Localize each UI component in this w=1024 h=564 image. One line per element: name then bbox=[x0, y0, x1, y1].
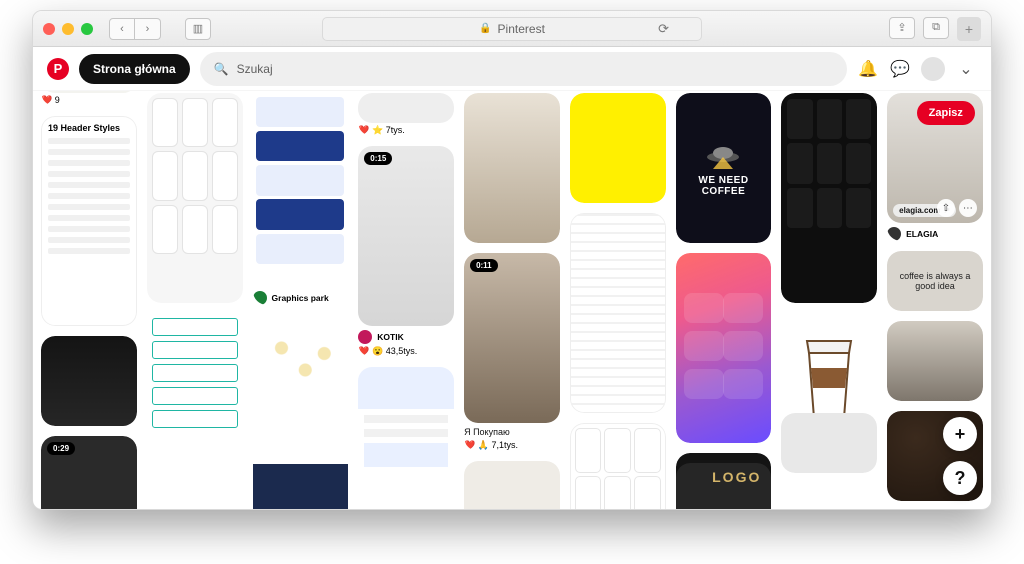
heart-icon: ❤️ bbox=[464, 440, 475, 450]
pin-white-grid[interactable] bbox=[570, 423, 666, 509]
pin-author[interactable]: ELAGIA bbox=[887, 223, 983, 241]
pin-teal-wireframe[interactable] bbox=[147, 313, 243, 488]
pin-blue-hero[interactable] bbox=[253, 435, 349, 509]
nav-buttons: ‹ › bbox=[109, 18, 161, 40]
pin-yellow-menu[interactable] bbox=[570, 93, 666, 203]
reaction-count: 43,5tys. bbox=[386, 346, 418, 356]
author-name: KOTIK bbox=[377, 332, 403, 342]
account-menu-chevron-icon[interactable]: ⌄ bbox=[955, 58, 977, 80]
pin-logo-mock[interactable]: LOGO bbox=[676, 463, 772, 509]
profile-avatar[interactable] bbox=[921, 57, 945, 81]
pin-header-styles[interactable]: 19 Header Styles bbox=[41, 116, 137, 326]
messages-icon[interactable]: 💬 bbox=[889, 58, 911, 80]
quote-text: coffee is always a good idea bbox=[891, 271, 979, 291]
reload-button[interactable]: ⟳ bbox=[658, 21, 669, 37]
pin-woman-fashion[interactable]: Zapisz elagia.com ⇧ ⋯ ELAGIA bbox=[887, 93, 983, 241]
lock-icon: 🔒 bbox=[479, 23, 491, 34]
pin-title: 19 Header Styles bbox=[48, 123, 130, 133]
feed: ❤️ 9 19 Header Styles 0:29 bbox=[33, 91, 991, 509]
pin-cards-top[interactable] bbox=[781, 413, 877, 473]
reaction-count: 7tys. bbox=[386, 125, 405, 135]
pin-dark-wireframes[interactable] bbox=[781, 93, 877, 303]
heart-icon: ❤️ bbox=[358, 125, 369, 135]
pin-blue-panel[interactable]: Graphics park bbox=[253, 93, 349, 305]
pin-gradient-ui[interactable] bbox=[676, 253, 772, 443]
duration-badge: 0:29 bbox=[47, 442, 75, 455]
close-window-button[interactable] bbox=[43, 23, 55, 35]
author-name: Я Покупаю bbox=[464, 427, 510, 437]
create-fab[interactable]: + bbox=[943, 417, 977, 451]
domain-text: elagia.com bbox=[899, 206, 940, 215]
author-name: Graphics park bbox=[272, 293, 329, 303]
fullscreen-window-button[interactable] bbox=[81, 23, 93, 35]
window-controls bbox=[43, 23, 93, 35]
wow-icon: 😮 bbox=[372, 346, 383, 356]
safari-window: ‹ › ▥ 🔒 Pinterest ⟳ ⇪ ⧉ + P Strona główn… bbox=[32, 10, 992, 510]
search-icon: 🔍 bbox=[214, 62, 229, 76]
notifications-icon[interactable]: 🔔 bbox=[857, 58, 879, 80]
floating-actions: + ? bbox=[943, 417, 977, 495]
reaction-count: 9 bbox=[55, 95, 60, 105]
pin-author[interactable]: KOTIK bbox=[358, 326, 454, 344]
pin-cafe[interactable] bbox=[887, 321, 983, 401]
pin-crm[interactable] bbox=[358, 367, 454, 509]
thanks-icon: 🙏 bbox=[478, 440, 489, 450]
duration-badge: 0:11 bbox=[470, 259, 498, 272]
reaction-bar: ❤️ ⭐ 7tys. bbox=[358, 123, 454, 136]
help-fab[interactable]: ? bbox=[943, 461, 977, 495]
sidebar-toggle-button[interactable]: ▥ bbox=[185, 18, 211, 40]
author-avatar-icon bbox=[887, 227, 901, 241]
pin-interior-grid[interactable] bbox=[464, 461, 560, 509]
heart-icon: ❤️ bbox=[41, 95, 52, 105]
pin-text-line2: COFFEE bbox=[702, 186, 746, 197]
pin-phone-mockups[interactable] bbox=[147, 93, 243, 303]
more-pin-icon[interactable]: ⋯ bbox=[959, 199, 977, 217]
author-name: ELAGIA bbox=[906, 229, 938, 239]
pin-coffee-quote[interactable]: coffee is always a good idea bbox=[887, 251, 983, 311]
share-button[interactable]: ⇪ bbox=[889, 17, 915, 39]
reaction-bar: ❤️ 🙏 7,1tys. bbox=[464, 438, 560, 451]
pin-ufo-coffee[interactable]: WE NEED COFFEE bbox=[676, 93, 772, 243]
tabs-button[interactable]: ⧉ bbox=[923, 17, 949, 39]
pin-wireframe-white[interactable] bbox=[570, 213, 666, 413]
coffee-cup-icon bbox=[799, 333, 859, 423]
search-input[interactable]: 🔍 Szukaj bbox=[200, 52, 847, 86]
pin-author[interactable]: Graphics park bbox=[253, 287, 349, 305]
ufo-icon bbox=[703, 139, 743, 169]
pinterest-logo-icon[interactable]: P bbox=[47, 58, 69, 80]
browser-titlebar: ‹ › ▥ 🔒 Pinterest ⟳ ⇪ ⧉ + bbox=[33, 11, 991, 47]
pin-shoe-video[interactable]: ❤️ ⭐ 7tys. bbox=[358, 93, 454, 136]
pin[interactable]: ❤️ 9 bbox=[41, 91, 137, 106]
heart-icon: ❤️ bbox=[358, 346, 369, 356]
reaction-count: 7,1tys. bbox=[492, 440, 519, 450]
address-bar[interactable]: 🔒 Pinterest bbox=[322, 17, 702, 41]
author-avatar-icon bbox=[358, 330, 372, 344]
logo-text: LOGO bbox=[712, 469, 761, 485]
star-icon: ⭐ bbox=[372, 125, 383, 135]
pinterest-header: P Strona główna 🔍 Szukaj 🔔 💬 ⌄ bbox=[33, 47, 991, 91]
new-tab-button[interactable]: + bbox=[957, 17, 981, 41]
pin-hair[interactable]: 0:11 Я Покупаю ❤️ 🙏 7,1tys. bbox=[464, 253, 560, 451]
pin-camera[interactable]: 0:29 bbox=[41, 436, 137, 509]
pin-dark-product[interactable] bbox=[41, 336, 137, 426]
search-placeholder: Szukaj bbox=[237, 62, 273, 76]
forward-button[interactable]: › bbox=[135, 18, 161, 40]
address-label: Pinterest bbox=[498, 22, 545, 36]
save-button[interactable]: Zapisz bbox=[917, 101, 975, 125]
duration-badge: 0:15 bbox=[364, 152, 392, 165]
reaction-bar: ❤️ 😮 43,5tys. bbox=[358, 344, 454, 357]
minimize-window-button[interactable] bbox=[62, 23, 74, 35]
share-pin-icon[interactable]: ⇧ bbox=[937, 199, 955, 217]
pin-sneaker[interactable]: 0:15 KOTIK ❤️ 😮 43,5tys. bbox=[358, 146, 454, 357]
author-avatar-icon bbox=[253, 291, 267, 305]
pin-flowchart[interactable] bbox=[253, 315, 349, 425]
back-button[interactable]: ‹ bbox=[109, 18, 135, 40]
pin-text-line1: WE NEED bbox=[698, 175, 748, 186]
pin-corridor[interactable] bbox=[464, 93, 560, 243]
reaction-bar: ❤️ 9 bbox=[41, 93, 137, 106]
home-tab[interactable]: Strona główna bbox=[79, 54, 190, 84]
